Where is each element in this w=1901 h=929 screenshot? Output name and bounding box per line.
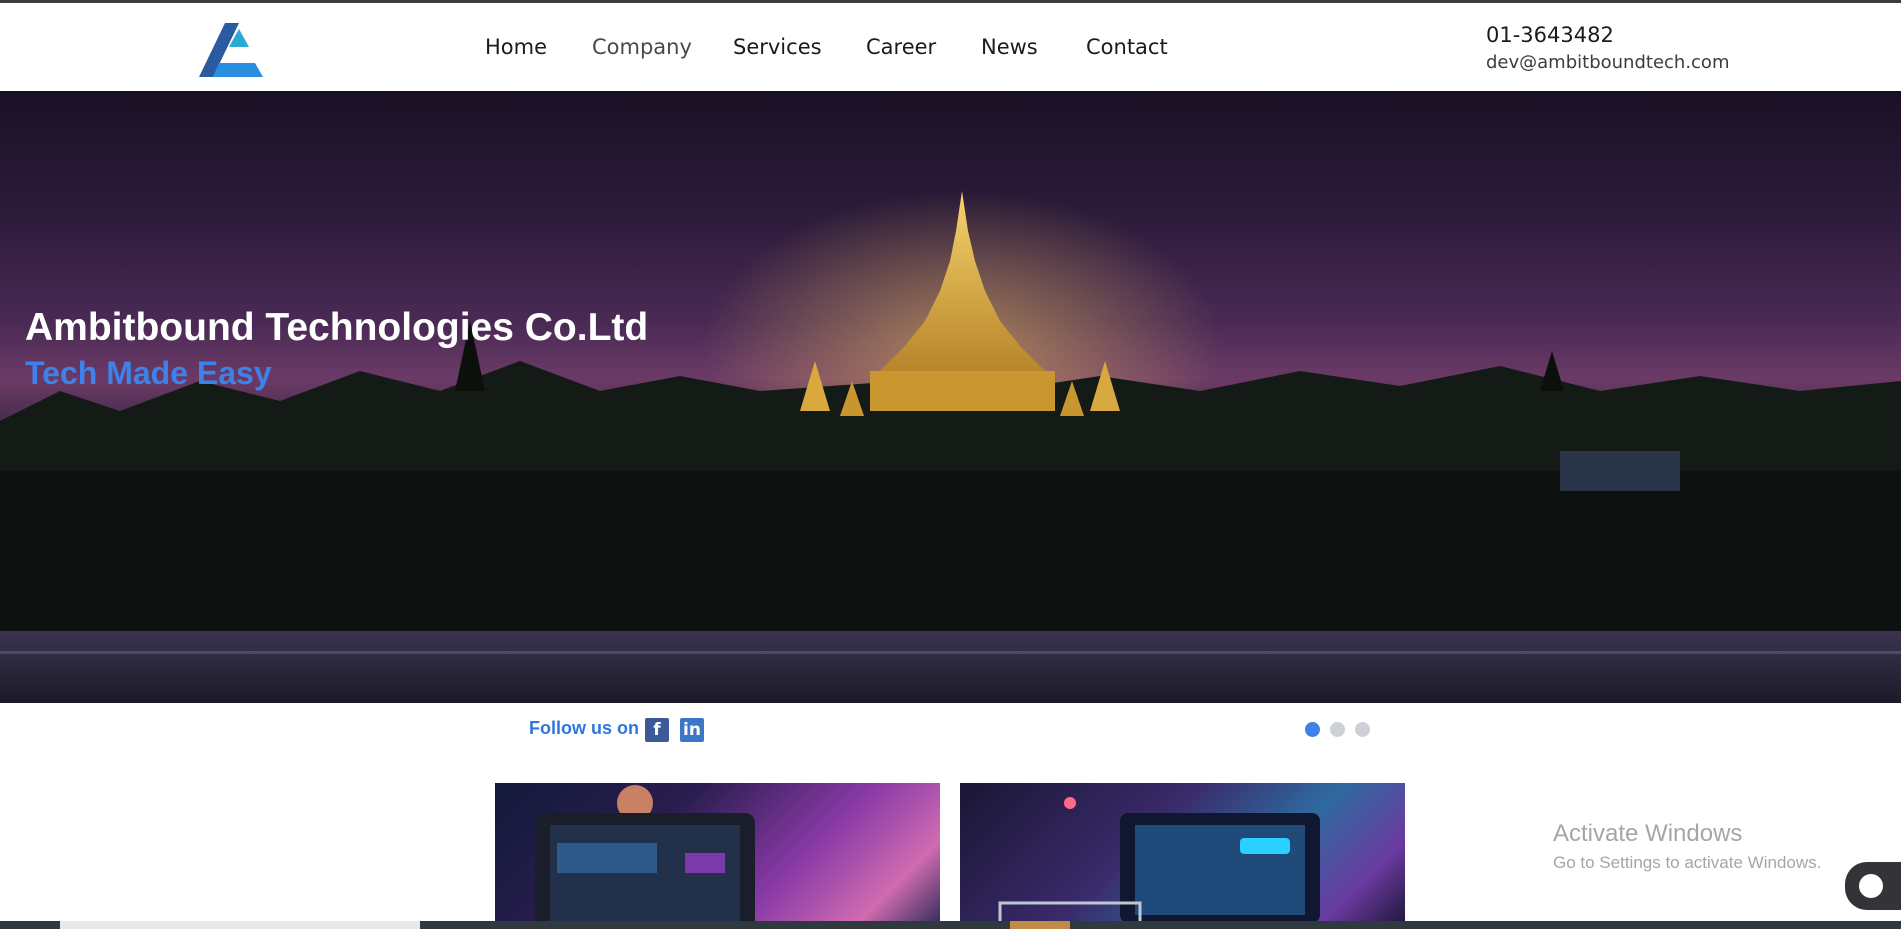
laptop-illustration xyxy=(535,785,755,929)
pagoda-night-scene xyxy=(0,191,1901,703)
taskbar-strip xyxy=(0,921,1901,929)
linkedin-icon[interactable]: in xyxy=(680,718,704,742)
chat-bot-icon xyxy=(1859,874,1883,898)
slider-dot-1[interactable] xyxy=(1305,722,1320,737)
nav-services[interactable]: Services xyxy=(733,35,822,59)
activate-windows-title: Activate Windows xyxy=(1553,820,1743,847)
nav-company[interactable]: Company xyxy=(592,35,692,59)
chat-widget-button[interactable] xyxy=(1845,862,1901,910)
nav-career[interactable]: Career xyxy=(866,35,936,59)
nav-contact[interactable]: Contact xyxy=(1086,35,1168,59)
hero-title: Ambitbound Technologies Co.Ltd xyxy=(25,306,649,349)
laptop-cart-illustration xyxy=(998,797,1320,929)
slider-dot-3[interactable] xyxy=(1355,722,1370,737)
follow-us-label: Follow us on xyxy=(529,718,639,738)
facebook-icon[interactable]: f xyxy=(645,718,669,742)
nav-home[interactable]: Home xyxy=(485,35,547,59)
contact-phone[interactable]: 01-3643482 xyxy=(1486,23,1614,47)
hero-subtitle: Tech Made Easy xyxy=(25,355,272,391)
slider-dot-2[interactable] xyxy=(1330,722,1345,737)
nav-news[interactable]: News xyxy=(981,35,1038,59)
contact-email[interactable]: dev@ambitboundtech.com xyxy=(1486,52,1729,73)
digital-marketing-card[interactable] xyxy=(495,783,940,929)
ambitbound-logo[interactable] xyxy=(193,17,271,79)
site-header: Home Company Services Career News Contac… xyxy=(0,3,1901,91)
activate-windows-subtitle: Go to Settings to activate Windows. xyxy=(1553,853,1822,872)
hero-banner: Ambitbound Technologies Co.Ltd Tech Made… xyxy=(0,91,1901,703)
ecommerce-card[interactable] xyxy=(960,783,1405,929)
